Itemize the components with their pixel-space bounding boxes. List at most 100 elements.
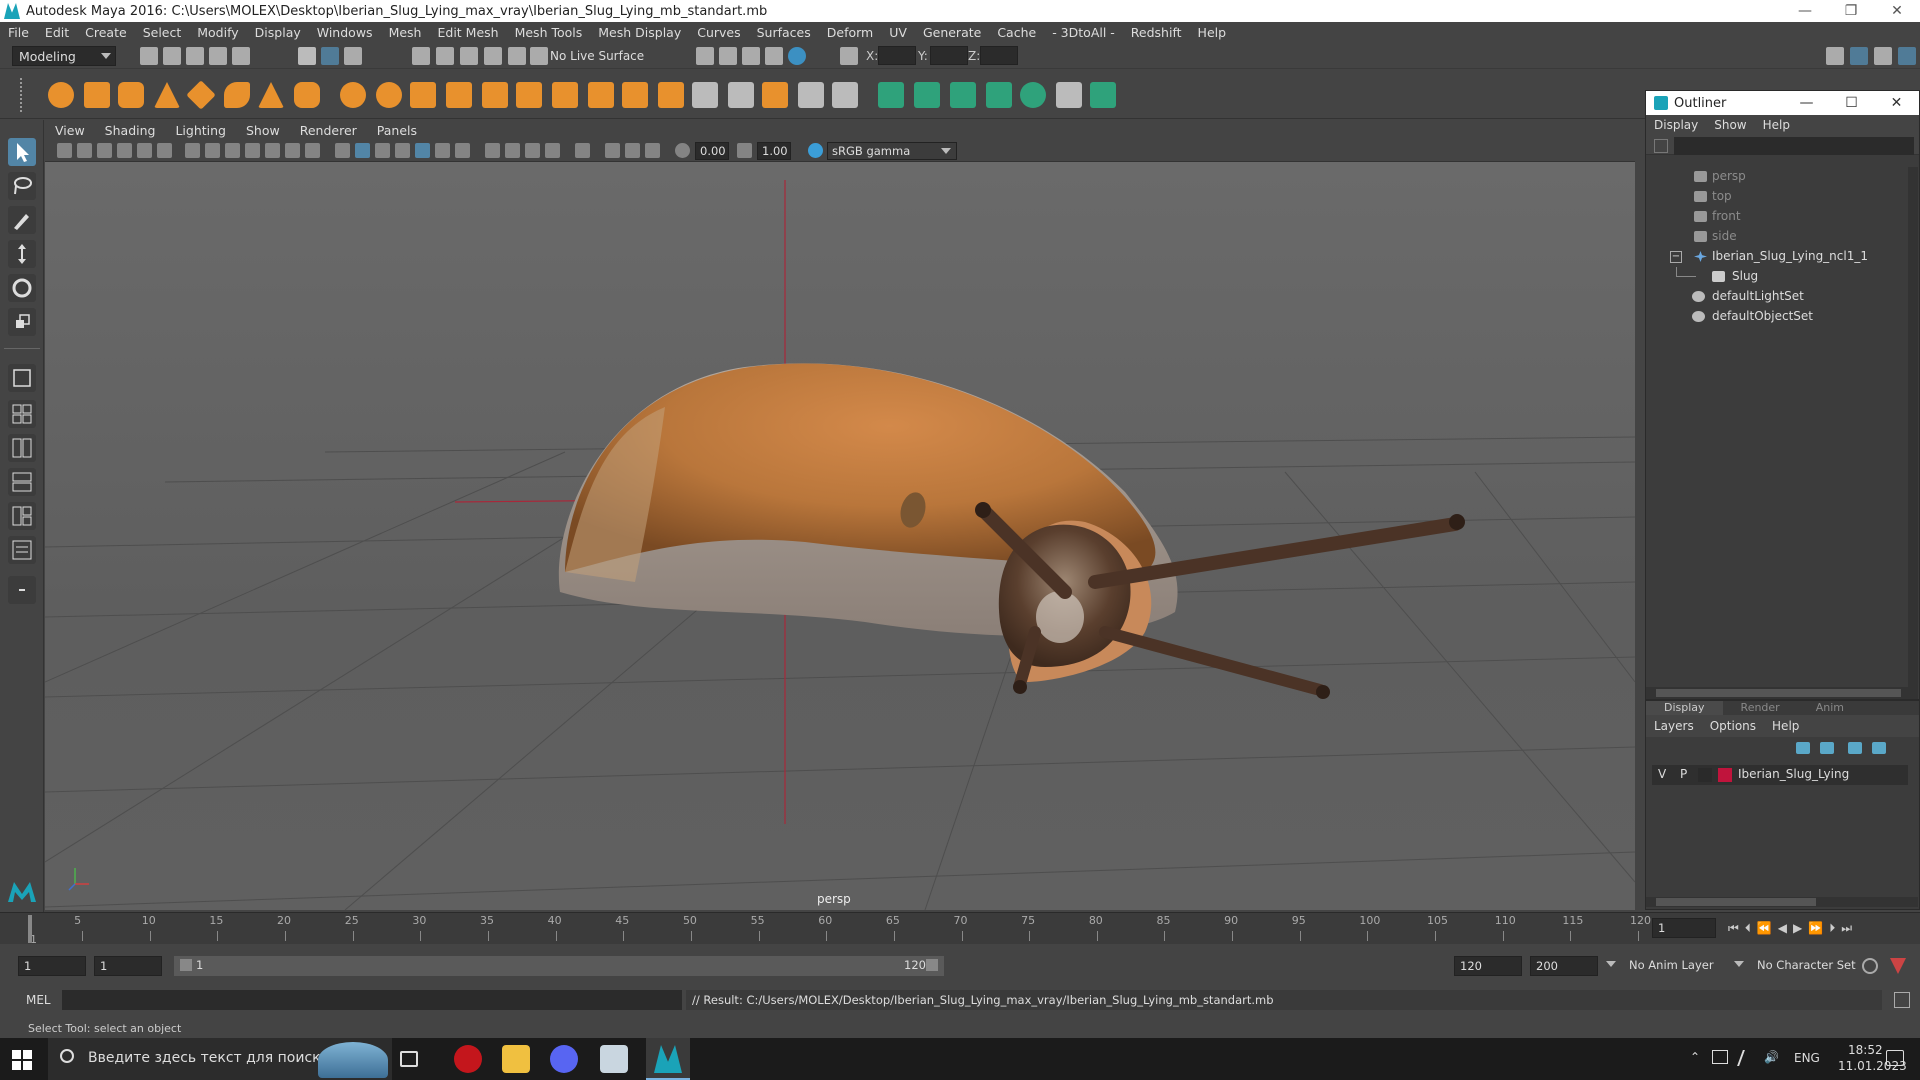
safe-title-icon[interactable] (305, 143, 320, 158)
bevel-icon[interactable] (516, 82, 542, 108)
outliner-horizontal-scrollbar[interactable] (1646, 687, 1918, 699)
menu-file[interactable]: File (0, 25, 37, 40)
start-time-input[interactable]: 1 (18, 956, 86, 976)
chevron-down-icon[interactable] (1606, 961, 1616, 967)
use-all-lights-icon[interactable] (435, 143, 450, 158)
gamma-icon[interactable] (737, 143, 752, 158)
opera-icon[interactable] (454, 1045, 482, 1073)
persp-outliner-layout-button[interactable] (8, 434, 36, 462)
sew-uv-icon[interactable] (832, 82, 858, 108)
ipr-render-icon[interactable] (719, 47, 737, 65)
character-set-select[interactable]: No Character Set (1752, 956, 1870, 976)
range-start-handle[interactable] (180, 959, 192, 971)
menu-curves[interactable]: Curves (689, 25, 748, 40)
screen-space-ao-icon[interactable] (485, 143, 500, 158)
shelf-menu-icon[interactable] (20, 78, 30, 112)
poly-torus-icon[interactable] (224, 82, 250, 108)
script-language-label[interactable]: MEL (26, 993, 51, 1007)
gamma-input[interactable]: 1.00 (757, 142, 791, 160)
paint-select-tool-button[interactable] (8, 206, 36, 234)
layer-menu-options[interactable]: Options (1702, 719, 1764, 733)
layer-horizontal-scrollbar[interactable] (1646, 897, 1918, 907)
animation-preferences-icon[interactable] (1890, 958, 1906, 974)
scale-tool-button[interactable] (8, 308, 36, 336)
layer-menu-layers[interactable]: Layers (1646, 719, 1702, 733)
viewport-menu-panels[interactable]: Panels (367, 123, 427, 138)
render-settings-icon[interactable] (742, 47, 760, 65)
filter-icon[interactable] (1654, 139, 1668, 153)
cut-uv-icon[interactable] (798, 82, 824, 108)
viewport-menu-view[interactable]: View (45, 123, 95, 138)
hypershade-layout-button[interactable] (8, 502, 36, 530)
view-transform-select[interactable]: sRGB gamma (827, 142, 957, 160)
menu-redshift[interactable]: Redshift (1123, 25, 1190, 40)
collapse-toolbox-button[interactable] (8, 576, 36, 604)
playback-start-input[interactable]: 1 (94, 956, 162, 976)
clock-time[interactable]: 18:52 (1848, 1043, 1883, 1057)
shadows-icon[interactable] (455, 143, 470, 158)
xray-joints-icon[interactable] (625, 143, 640, 158)
resolution-gate-icon[interactable] (225, 143, 240, 158)
scrollbar-thumb[interactable] (1656, 898, 1816, 906)
menu-mesh[interactable]: Mesh (381, 25, 430, 40)
field-chart-icon[interactable] (265, 143, 280, 158)
undo-icon[interactable] (209, 47, 227, 65)
move-tool-button[interactable] (8, 240, 36, 268)
y-input[interactable] (930, 46, 968, 65)
file-explorer-icon[interactable] (502, 1045, 530, 1073)
viewport-menu-shading[interactable]: Shading (95, 123, 166, 138)
outliner-menu-display[interactable]: Display (1646, 118, 1706, 132)
multicut-icon[interactable] (552, 82, 578, 108)
live-surface-label[interactable]: No Live Surface (550, 46, 658, 66)
anim-layer-select[interactable]: No Anim Layer (1624, 956, 1742, 976)
snap-grid-icon[interactable] (412, 47, 430, 65)
move-layer-up-icon[interactable] (1796, 742, 1810, 754)
layer-playback-toggle[interactable]: P (1680, 767, 1687, 781)
single-perspective-layout-button[interactable] (8, 364, 36, 392)
viewport-menu-renderer[interactable]: Renderer (290, 123, 367, 138)
snap-point-icon[interactable] (460, 47, 478, 65)
viewport-menu-lighting[interactable]: Lighting (165, 123, 236, 138)
safe-action-icon[interactable] (285, 143, 300, 158)
menu-3dtoall[interactable]: - 3DtoAll - (1044, 25, 1123, 40)
channel-box-icon[interactable] (1898, 47, 1916, 65)
outliner-item-side[interactable]: side (1646, 227, 1906, 247)
default-material-icon[interactable] (375, 143, 390, 158)
depth-of-field-icon[interactable] (545, 143, 560, 158)
tab-anim[interactable]: Anim (1798, 701, 1862, 715)
notifications-icon[interactable] (1886, 1050, 1904, 1066)
x-input[interactable] (878, 46, 916, 65)
smooth-shade-icon[interactable] (355, 143, 370, 158)
menu-help[interactable]: Help (1190, 25, 1235, 40)
reset-transform-icon[interactable] (986, 82, 1012, 108)
menu-generate[interactable]: Generate (915, 25, 989, 40)
slug-model[interactable] (558, 363, 1465, 699)
maya-taskbar-button[interactable] (646, 1038, 690, 1080)
new-scene-icon[interactable] (140, 47, 158, 65)
film-gate-icon[interactable] (205, 143, 220, 158)
gate-mask-icon[interactable] (245, 143, 260, 158)
menu-mesh-tools[interactable]: Mesh Tools (507, 25, 591, 40)
step-back-frame-icon[interactable]: ⏴ (1745, 921, 1751, 939)
layer-menu-help[interactable]: Help (1764, 719, 1807, 733)
time-ruler[interactable]: 1 5 10 15 20 25 30 35 40 45 50 55 60 65 70 75 80 85 90 95 10… (28, 913, 1651, 946)
scrollbar-thumb[interactable] (1656, 689, 1901, 697)
separate-icon[interactable] (376, 82, 402, 108)
range-end-handle[interactable] (926, 959, 938, 971)
menu-display[interactable]: Display (247, 25, 309, 40)
select-tool-button[interactable] (8, 138, 36, 166)
speaker-icon[interactable]: 🔊 (1764, 1050, 1779, 1064)
outliner-item-defaultlightset[interactable]: defaultLightSet (1646, 287, 1906, 307)
poly-cube-icon[interactable] (84, 82, 110, 108)
chevron-down-icon[interactable] (1734, 961, 1744, 967)
extrude-icon[interactable] (446, 82, 472, 108)
planar-map-icon[interactable] (728, 82, 754, 108)
bookmark-icon[interactable] (97, 143, 112, 158)
wireframe-on-shaded-icon[interactable] (395, 143, 410, 158)
bridge-icon[interactable] (482, 82, 508, 108)
wireframe-icon[interactable] (335, 143, 350, 158)
new-layer-selected-icon[interactable] (1872, 742, 1886, 754)
command-input[interactable] (62, 990, 682, 1010)
go-to-end-icon[interactable]: ⏭ (1841, 921, 1852, 939)
script-editor-icon[interactable] (1894, 992, 1910, 1008)
